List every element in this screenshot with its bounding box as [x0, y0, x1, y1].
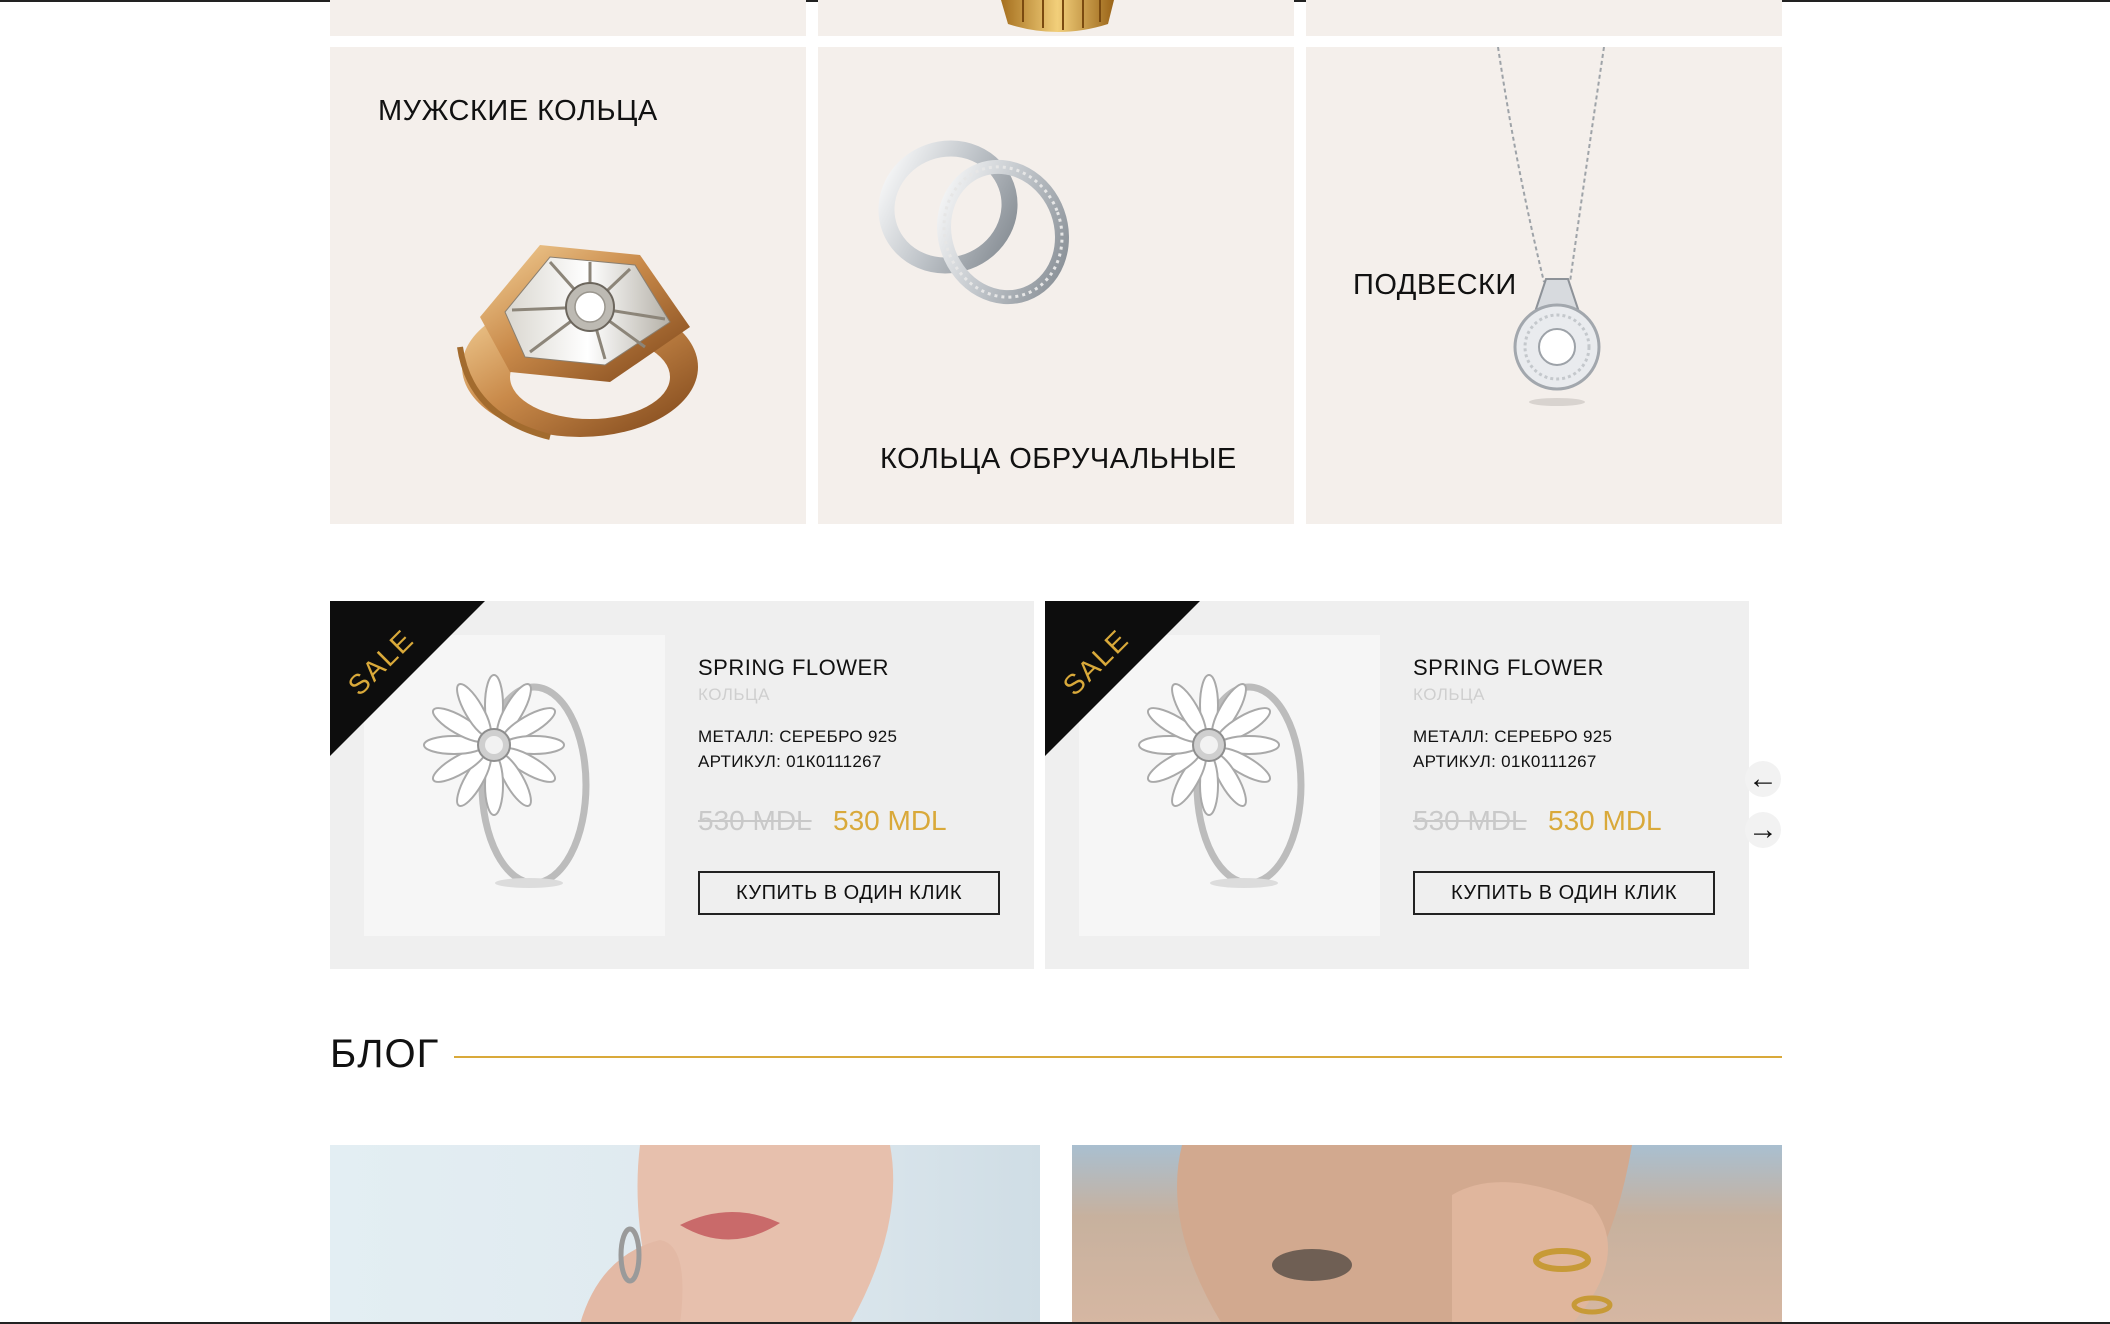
- bracelet-image: [1001, 0, 1114, 32]
- blog-photo-hand-rings: [1177, 1145, 1632, 1324]
- product-sku: АРТИКУЛ: 01К0111267: [698, 752, 882, 771]
- product-card[interactable]: SALE SPRING FLOWER КОЛЬЦА МЕТАЛЛ: СЕРЕБР…: [1045, 601, 1749, 969]
- price-old: 530 MDL: [698, 805, 812, 836]
- category-tile-partial[interactable]: [1306, 0, 1782, 36]
- category-tile-mens-rings[interactable]: МУЖСКИЕ КОЛЬЦА: [330, 47, 806, 524]
- product-name[interactable]: SPRING FLOWER: [698, 655, 889, 681]
- blog-section-title: БЛОГ: [330, 1032, 440, 1076]
- category-tile-partial[interactable]: [818, 0, 1294, 36]
- slider-next-arrow-icon[interactable]: →: [1745, 812, 1781, 848]
- mens-ring-image: [457, 245, 698, 440]
- category-title: КОЛЬЦА ОБРУЧАЛЬНЫЕ: [880, 443, 1237, 475]
- blog-card-image[interactable]: [1072, 1145, 1782, 1324]
- product-category: КОЛЬЦА: [1413, 685, 1485, 704]
- product-metal: МЕТАЛЛ: СЕРЕБРО 925: [698, 727, 898, 746]
- price-new: 530 MDL: [1548, 805, 1662, 836]
- buy-one-click-button[interactable]: КУПИТЬ В ОДИН КЛИК: [1413, 871, 1715, 915]
- blog-photo-lips-ring: [580, 1145, 894, 1324]
- slider-prev-arrow-icon[interactable]: ←: [1745, 761, 1781, 797]
- product-name[interactable]: SPRING FLOWER: [1413, 655, 1604, 681]
- category-tile-pendants[interactable]: ПОДВЕСКИ: [1306, 47, 1782, 524]
- wedding-rings-image: [878, 140, 1069, 305]
- blog-card-image[interactable]: [330, 1145, 1040, 1324]
- pendant-image: [1497, 47, 1605, 406]
- product-sku: АРТИКУЛ: 01К0111267: [1413, 752, 1597, 771]
- product-card[interactable]: SALE SPRING FLOWER КОЛЬЦА МЕТАЛЛ: СЕРЕБР…: [330, 601, 1034, 969]
- category-tile-partial[interactable]: [330, 0, 806, 36]
- buy-one-click-button[interactable]: КУПИТЬ В ОДИН КЛИК: [698, 871, 1000, 915]
- category-tile-wedding-rings[interactable]: КОЛЬЦА ОБРУЧАЛЬНЫЕ: [818, 47, 1294, 524]
- price-new: 530 MDL: [833, 805, 947, 836]
- price-old: 530 MDL: [1413, 805, 1527, 836]
- blog-title-divider: [454, 1056, 1782, 1058]
- product-metal: МЕТАЛЛ: СЕРЕБРО 925: [1413, 727, 1613, 746]
- category-title: МУЖСКИЕ КОЛЬЦА: [378, 95, 658, 127]
- product-category: КОЛЬЦА: [698, 685, 770, 704]
